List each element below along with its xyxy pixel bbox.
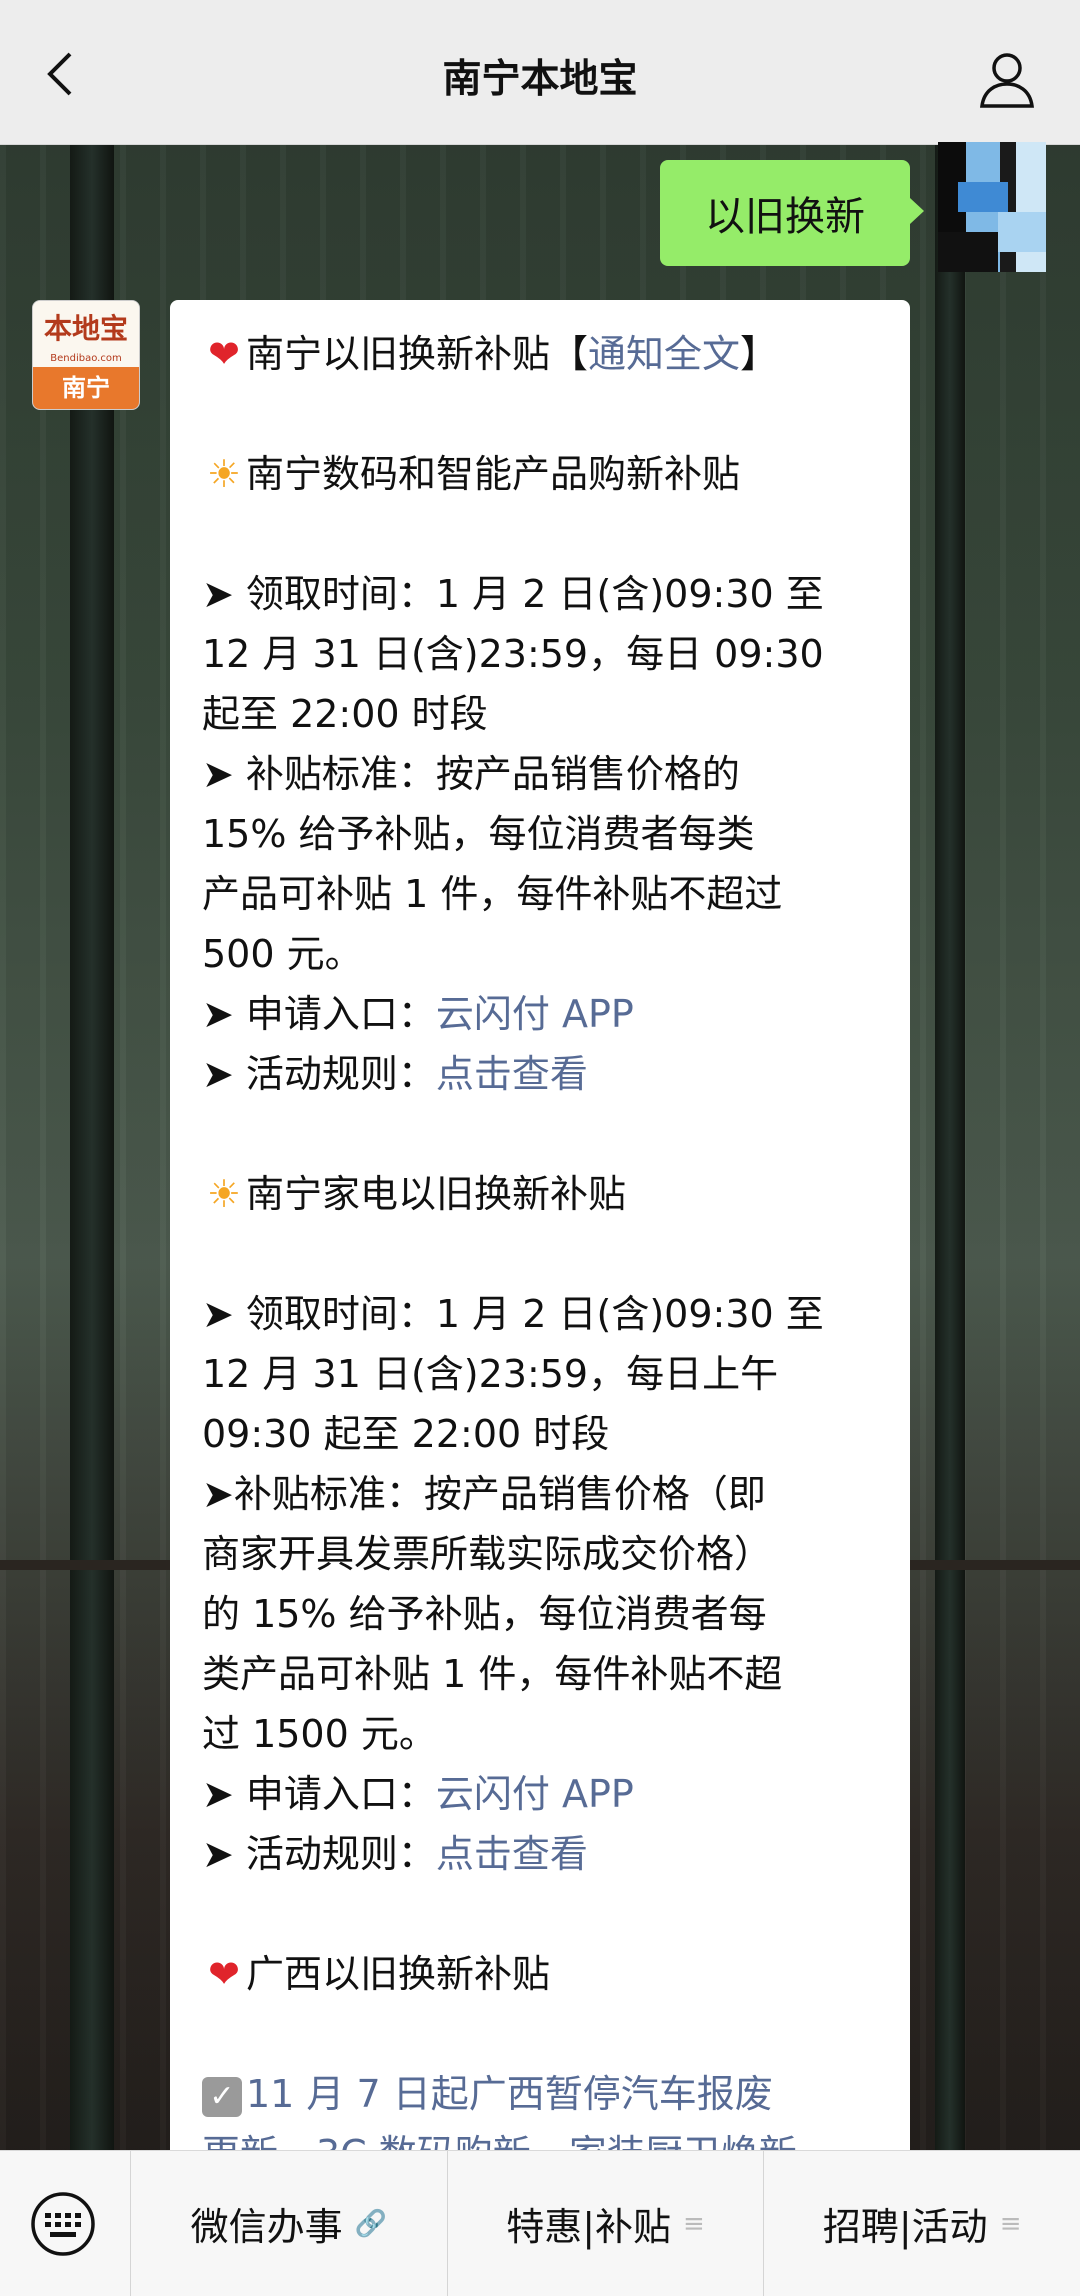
message-line: ➤ 活动规则：点击查看	[202, 1044, 878, 1104]
message-line: ➤ 领取时间：1 月 2 日(含)09:30 至	[202, 1292, 824, 1336]
page-title: 南宁本地宝	[442, 57, 638, 102]
message-line: 产品可补贴 1 件，每件补贴不超过	[202, 872, 783, 916]
keyboard-icon	[31, 2192, 95, 2256]
heart-icon: ❤	[208, 1952, 240, 1996]
message-text: ➤ 活动规则：	[202, 1052, 436, 1096]
menu-label: 特惠|补贴	[506, 2205, 672, 2249]
bot-logo-city: 南宁	[33, 367, 139, 409]
activity-rules-link[interactable]: 点击查看	[436, 1832, 588, 1876]
checkbox-icon: ✓	[202, 2076, 242, 2117]
menu-jobs-events[interactable]: 招聘|活动 ≡	[763, 2151, 1080, 2296]
section-title-text: 广西以旧换新补贴	[246, 1952, 551, 1996]
menu-discount-subsidy[interactable]: 特惠|补贴 ≡	[446, 2151, 764, 2296]
section-title: ❤ 广西以旧换新补贴	[202, 1944, 878, 2004]
bot-avatar[interactable]: 本地宝 Bendibao.com 南宁	[32, 300, 140, 410]
menu-label: 微信办事	[190, 2205, 343, 2249]
yunshanfu-app-link[interactable]: 云闪付 APP	[436, 1772, 634, 1816]
section-title: ☀ 南宁数码和智能产品购新补贴	[202, 444, 878, 504]
link-icon: 🔗	[354, 2208, 388, 2239]
menu-label: 招聘|活动	[822, 2205, 988, 2249]
message-line: 15% 给予补贴，每位消费者每类	[202, 812, 755, 856]
message-text: ➤ 申请入口：	[202, 992, 436, 1036]
message-line: ➤补贴标准：按产品销售价格（即	[202, 1472, 766, 1516]
top-nav-bar: 南宁本地宝	[0, 0, 1080, 145]
sun-icon: ☀	[206, 452, 242, 496]
yunshanfu-app-link[interactable]: 云闪付 APP	[436, 992, 634, 1036]
heart-icon: ❤	[208, 332, 240, 376]
bot-logo-subtext: Bendibao.com	[50, 353, 122, 364]
message-line: 的 15% 给予补贴，每位消费者每	[202, 1592, 767, 1636]
message-text: 南宁以旧换新补贴【	[246, 332, 589, 376]
message-line: 起至 22:00 时段	[202, 692, 488, 736]
person-icon	[980, 53, 1034, 108]
message-line: 类产品可补贴 1 件，每件补贴不超	[202, 1652, 783, 1696]
message-line: ➤ 活动规则：点击查看	[202, 1824, 878, 1884]
profile-button[interactable]	[974, 46, 1040, 112]
bottom-menu-bar: 微信办事 🔗 特惠|补贴 ≡ 招聘|活动 ≡	[0, 2150, 1080, 2296]
keyboard-toggle-button[interactable]	[0, 2151, 130, 2296]
message-line: 500 元。	[202, 932, 363, 976]
user-message-text: 以旧换新	[705, 194, 865, 240]
background-rail	[910, 1560, 1080, 1570]
message-line: ➤ 申请入口：云闪付 APP	[202, 984, 878, 1044]
message-line: 09:30 起至 22:00 时段	[202, 1412, 610, 1456]
section-title-text: 南宁数码和智能产品购新补贴	[246, 452, 741, 496]
message-text: 】	[740, 332, 779, 376]
background-pillar	[70, 140, 114, 2155]
background-rail	[0, 1560, 170, 1570]
user-avatar[interactable]	[938, 142, 1046, 272]
message-line: 过 1500 元。	[202, 1712, 437, 1756]
guangxi-suspension-link[interactable]: 11 月 7 日起广西暂停汽车报废	[246, 2072, 773, 2116]
user-message-bubble[interactable]: 以旧换新	[660, 160, 924, 266]
message-line: ✓ 11 月 7 日起广西暂停汽车报废	[202, 2064, 878, 2124]
menu-lines-icon: ≡	[683, 2208, 705, 2239]
menu-wechat-services[interactable]: 微信办事 🔗	[130, 2151, 447, 2296]
menu-lines-icon: ≡	[999, 2208, 1022, 2239]
section-title-text: 南宁家电以旧换新补贴	[246, 1172, 627, 1216]
activity-rules-link[interactable]: 点击查看	[436, 1052, 588, 1096]
message-line: 商家开具发票所载实际成交价格）	[202, 1532, 773, 1576]
message-line: ➤ 补贴标准：按产品销售价格的	[202, 752, 740, 796]
message-text: ➤ 申请入口：	[202, 1772, 436, 1816]
message-line: 12 月 31 日(含)23:59，每日 09:30	[202, 632, 824, 676]
message-line: ❤ 南宁以旧换新补贴【通知全文】	[202, 324, 878, 384]
message-line: 12 月 31 日(含)23:59，每日上午	[202, 1352, 779, 1396]
section-title: ☀ 南宁家电以旧换新补贴	[202, 1164, 878, 1224]
message-text: ➤ 活动规则：	[202, 1832, 436, 1876]
notice-full-text-link[interactable]: 通知全文	[588, 332, 740, 376]
message-line: ➤ 领取时间：1 月 2 日(含)09:30 至	[202, 572, 824, 616]
message-line: ➤ 申请入口：云闪付 APP	[202, 1764, 878, 1824]
background-pillar	[935, 140, 965, 2155]
sun-icon: ☀	[206, 1172, 242, 1216]
bot-message-bubble: ❤ 南宁以旧换新补贴【通知全文】 ☀ 南宁数码和智能产品购新补贴 ➤ 领取时间：1 …	[170, 300, 910, 2160]
